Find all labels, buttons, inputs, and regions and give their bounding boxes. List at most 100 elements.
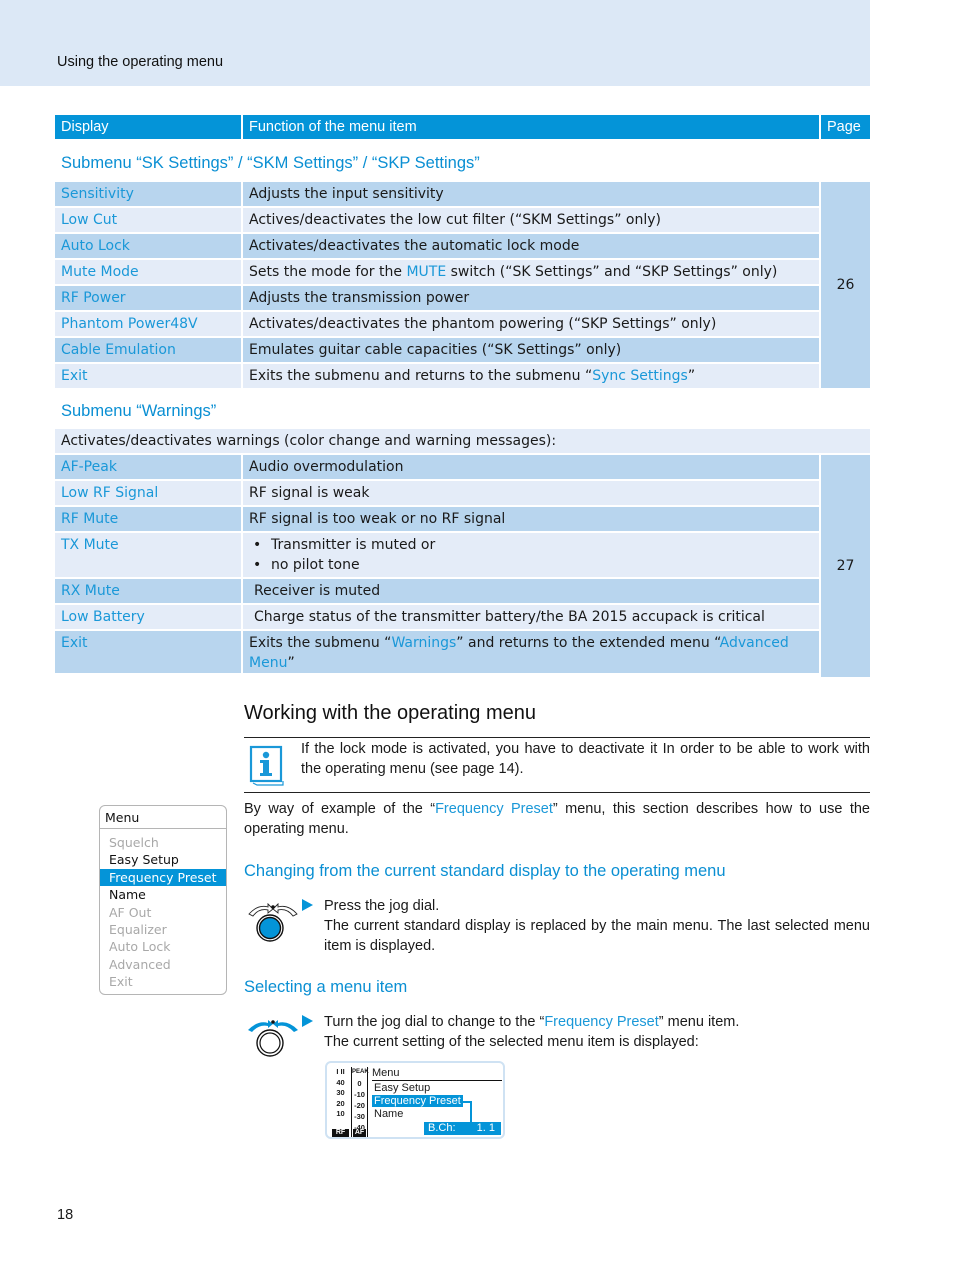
- function-text: Exits the submenu “Warnings” and returns…: [243, 631, 819, 673]
- lcd-menu-title: Menu: [372, 1067, 502, 1081]
- page-number: 18: [57, 1207, 74, 1223]
- divider: [244, 737, 870, 738]
- table-row: Low Cut Actives/deactivates the low cut f…: [55, 208, 870, 232]
- rf-scale-label: 10: [336, 1109, 345, 1118]
- menu-item-rf-power: RF Power: [55, 286, 241, 310]
- rf-scale-label: 20: [336, 1098, 345, 1108]
- menu-item-af-peak: AF-Peak: [55, 455, 241, 479]
- sync-settings-link[interactable]: Sync Settings: [592, 368, 688, 384]
- text: Exits the submenu and returns to the sub…: [249, 368, 593, 384]
- menu-item-tx-mute: TX Mute: [55, 533, 241, 577]
- step-instruction: Press the jog dial.: [324, 898, 440, 914]
- menu-panel: Menu Squelch Easy Setup Frequency Preset Na…: [99, 805, 227, 995]
- function-text: Sets the mode for the MUTE switch (“SK S…: [243, 260, 819, 284]
- rf-tag: RF: [332, 1129, 349, 1137]
- menu-item-low-battery: Low Battery: [55, 605, 241, 629]
- text: ”: [287, 655, 295, 671]
- af-scale-label: -20: [354, 1101, 365, 1110]
- menu-panel-item[interactable]: Easy Setup: [100, 851, 226, 868]
- menu-item-rf-mute: RF Mute: [55, 507, 241, 531]
- af-scale-label: 0: [357, 1079, 362, 1088]
- lcd-value-label: B.Ch:: [428, 1122, 456, 1134]
- table-row: Exit Exits the submenu and returns to the…: [55, 364, 870, 388]
- menu-item-rx-mute: RX Mute: [55, 579, 241, 603]
- lcd-menu-line: Easy Setup: [374, 1082, 431, 1094]
- function-text: Activates/deactivates the automatic lock…: [243, 234, 819, 258]
- subsection-heading: Selecting a menu item: [244, 978, 408, 996]
- menu-item-sensitivity: Sensitivity: [55, 182, 241, 206]
- menu-panel-item[interactable]: Squelch: [100, 834, 226, 851]
- function-text: • Transmitter is muted or • no pilot tone: [243, 533, 819, 577]
- table-row: Exit Exits the submenu “Warnings” and ret…: [55, 631, 870, 673]
- warnings-link[interactable]: Warnings: [391, 635, 456, 651]
- page-ref: 27: [821, 455, 870, 677]
- col-display: Display: [55, 115, 241, 139]
- divider: [244, 792, 870, 793]
- menu-item-phantom-power: Phantom Power48V: [55, 312, 241, 336]
- warnings-intro: Activates/deactivates warnings (color ch…: [55, 429, 870, 453]
- menu-panel-item[interactable]: Equalizer: [100, 921, 226, 938]
- table-row: AF-Peak Audio overmodulation: [55, 455, 870, 479]
- menu-panel-item[interactable]: AF Out: [100, 904, 226, 921]
- step-arrow-icon: [302, 1015, 313, 1027]
- text: switch (“SK Settings” and “SKP Settings”…: [446, 264, 778, 280]
- text: Turn the jog dial to change to the “: [324, 1014, 545, 1030]
- lcd-display: I II 40 30 20 10 RF PEAK 0 -10 -20 -30 -…: [325, 1061, 505, 1139]
- function-text: Charge status of the transmitter battery…: [243, 605, 819, 629]
- table-row: RX Mute Receiver is muted: [55, 579, 870, 603]
- menu-panel-item[interactable]: Exit: [100, 973, 226, 990]
- text: By way of example of the “: [244, 801, 436, 817]
- table-row: Auto Lock Activates/deactivates the autom…: [55, 234, 870, 258]
- rf-meter-header: I II: [336, 1067, 345, 1076]
- menu-panel-item[interactable]: Name: [100, 886, 226, 903]
- menu-item-low-rf-signal: Low RF Signal: [55, 481, 241, 505]
- col-page: Page: [821, 115, 870, 139]
- text: ” and returns to the extended menu “: [456, 635, 720, 651]
- function-text: Receiver is muted: [243, 579, 819, 603]
- section-heading: Working with the operating menu: [244, 702, 537, 724]
- function-text: Adjusts the input sensitivity: [243, 182, 819, 206]
- table-header: Display Function of the menu item Page: [55, 115, 870, 139]
- info-icon: [249, 745, 284, 786]
- table-row: RF Power Adjusts the transmission power: [55, 286, 870, 310]
- text: ” menu item.: [658, 1014, 740, 1030]
- menu-panel-title: Menu: [100, 806, 226, 829]
- menu-panel-item[interactable]: Advanced: [100, 956, 226, 973]
- function-text: Audio overmodulation: [243, 455, 819, 479]
- col-function: Function of the menu item: [243, 115, 819, 139]
- function-text: RF signal is too weak or no RF signal: [243, 507, 819, 531]
- table-row: Cable Emulation Emulates guitar cable cap…: [55, 338, 870, 362]
- bullet-text: no pilot tone: [271, 557, 360, 573]
- bullet-item: • Transmitter is muted or: [249, 535, 819, 555]
- lcd-value-field: B.Ch: 1. 1: [424, 1122, 501, 1135]
- lcd-menu-line: Name: [374, 1108, 404, 1120]
- lcd-value: 1. 1: [476, 1122, 495, 1134]
- table-row: Low RF Signal RF signal is weak: [55, 481, 870, 505]
- table-row: TX Mute • Transmitter is muted or • no pilot…: [55, 533, 870, 577]
- bullet-icon: •: [253, 537, 262, 553]
- frequency-preset-link[interactable]: Frequency Preset: [544, 1014, 658, 1030]
- warnings-title: Submenu “Warnings”: [61, 402, 217, 420]
- step-result: The current standard display is replaced…: [324, 918, 870, 954]
- af-meter-header: PEAK: [352, 1069, 369, 1075]
- bullet-text: Transmitter is muted or: [271, 537, 436, 553]
- table-row: RF Mute RF signal is too weak or no RF si…: [55, 507, 870, 531]
- mute-keyword: MUTE: [406, 264, 447, 280]
- menu-panel-item[interactable]: Frequency Preset: [100, 868, 226, 887]
- connector-line: [470, 1101, 472, 1122]
- menu-panel-item[interactable]: Auto Lock: [100, 938, 226, 955]
- frequency-preset-link[interactable]: Frequency Preset: [435, 801, 553, 817]
- jog-dial-turn-icon: [248, 1020, 298, 1057]
- function-text: Activates/deactivates the phantom poweri…: [243, 312, 819, 336]
- intro-paragraph: By way of example of the “Frequency Pres…: [244, 799, 870, 839]
- step-text: Turn the jog dial to change to the “Freq…: [324, 1012, 870, 1052]
- af-scale-label: -30: [354, 1112, 365, 1121]
- jog-dial-press-icon: [248, 902, 298, 942]
- menu-item-auto-lock: Auto Lock: [55, 234, 241, 258]
- af-scale-label: -10: [354, 1090, 365, 1099]
- note-text: If the lock mode is activated, you have …: [301, 741, 870, 777]
- bullet-item: • no pilot tone: [249, 555, 819, 575]
- menu-item-mute-mode: Mute Mode: [55, 260, 241, 284]
- table-row: Mute Mode Sets the mode for the MUTE swit…: [55, 260, 870, 284]
- step-text: Press the jog dial. The current standard…: [324, 896, 870, 956]
